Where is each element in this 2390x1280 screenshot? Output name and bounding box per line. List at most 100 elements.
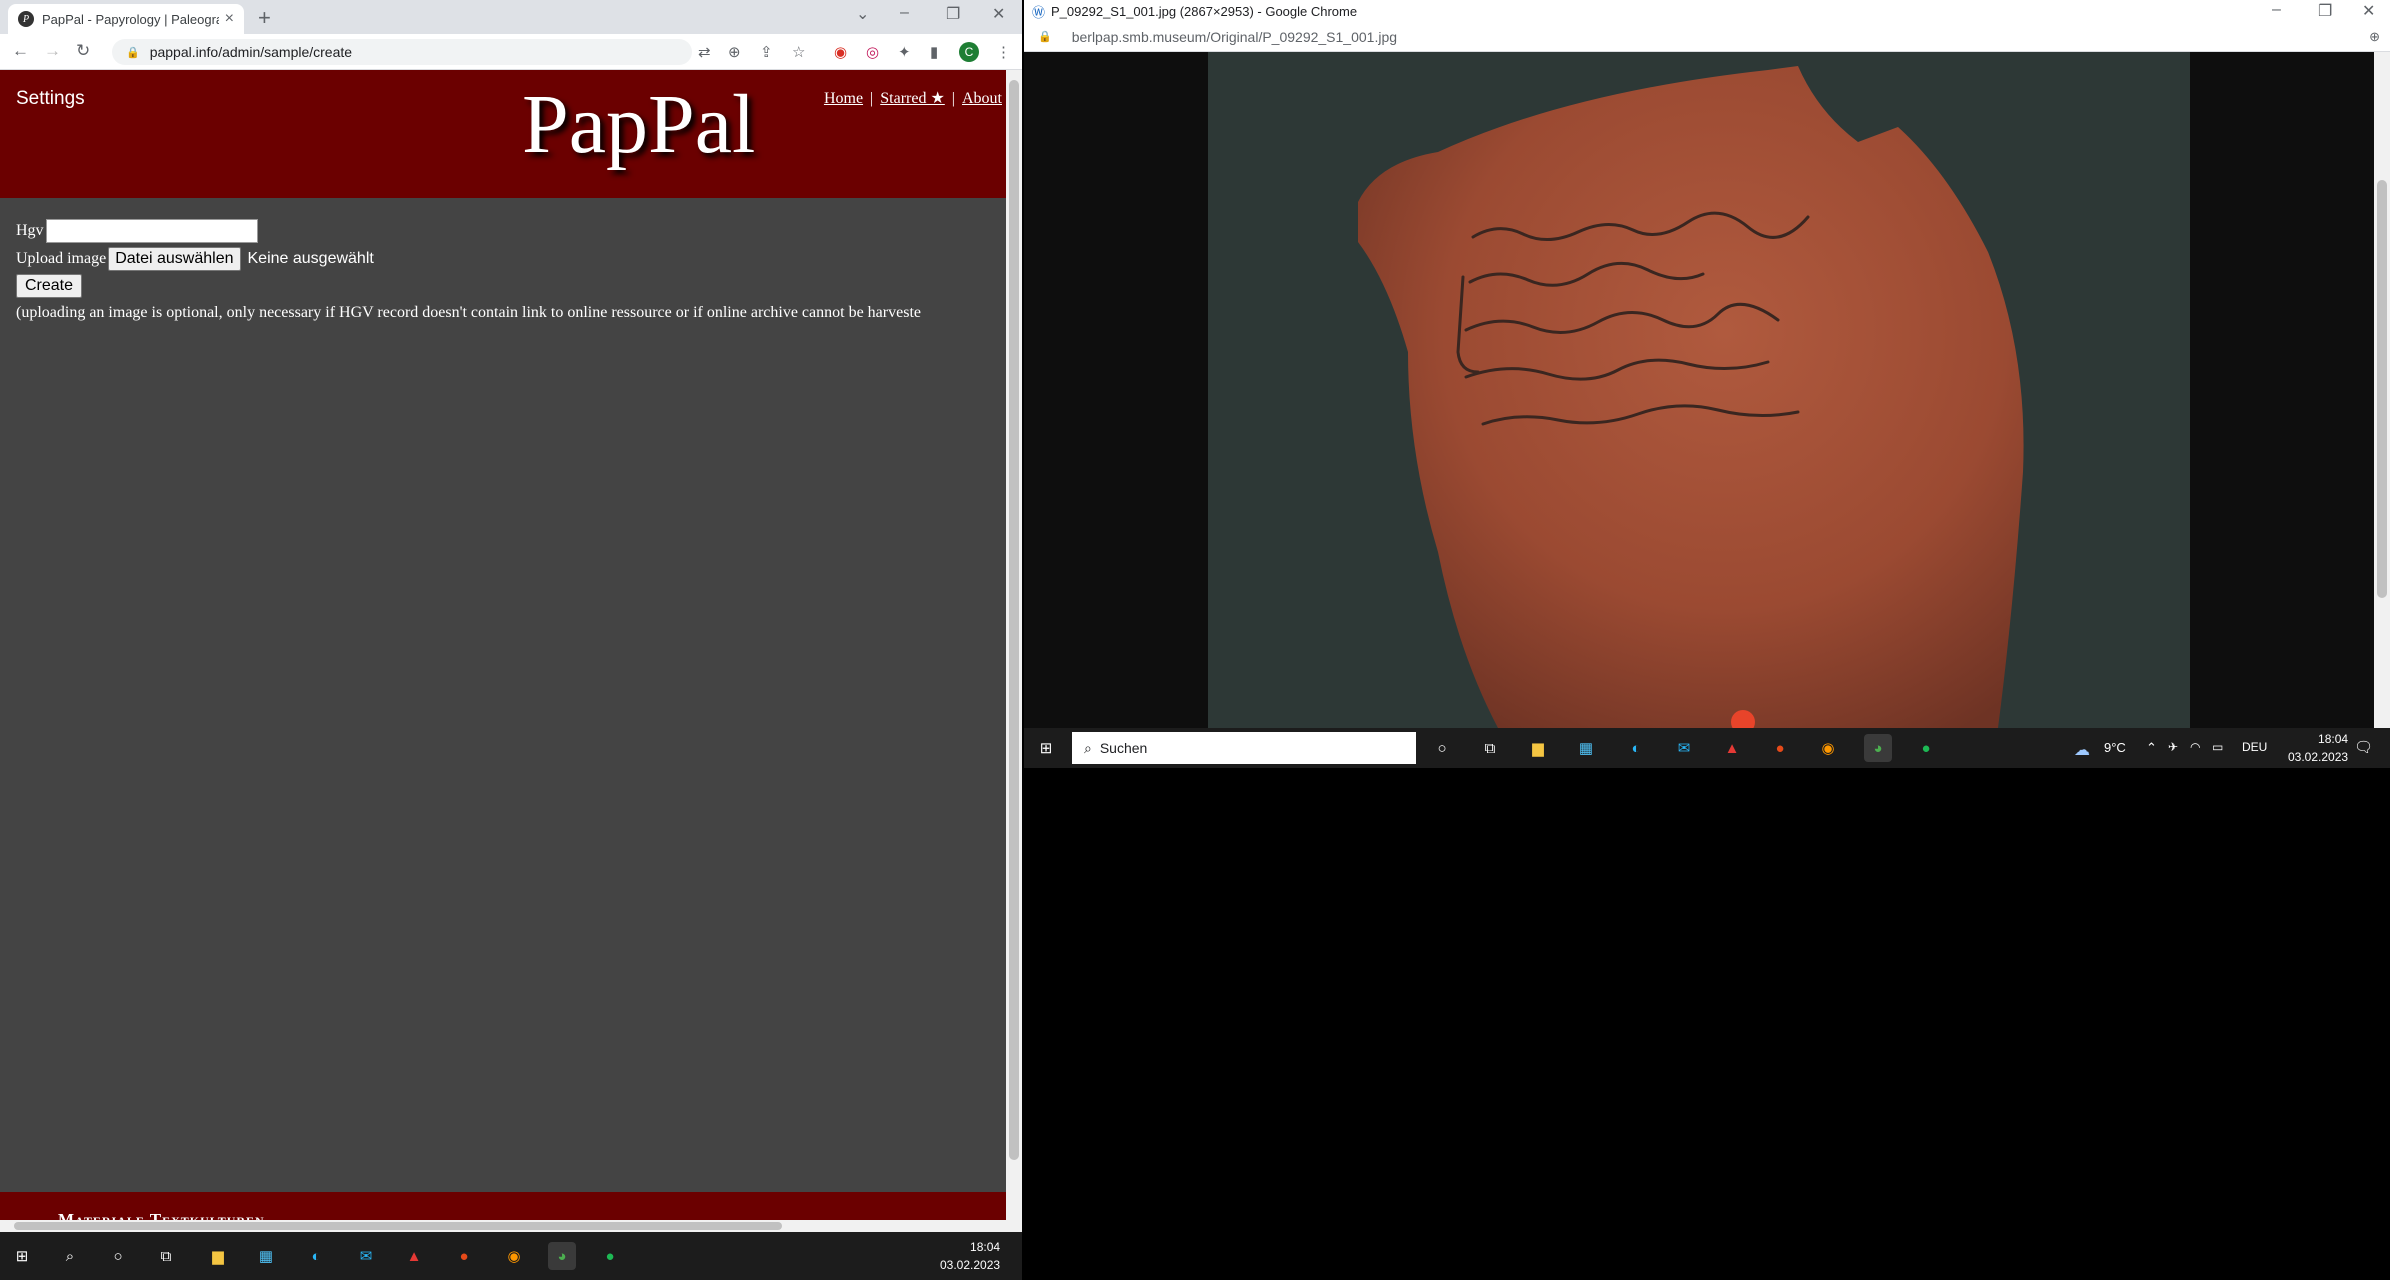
minimize-icon[interactable]: – (900, 4, 909, 22)
ostracon-image[interactable] (1208, 52, 2190, 728)
address-url: pappal.info/admin/sample/create (149, 44, 353, 60)
wifi-icon[interactable]: ◠ (2190, 740, 2200, 754)
mail-icon[interactable]: ✉ (1670, 734, 1698, 762)
site-header: Settings PapPal Home | Starred ★ | About (0, 70, 1006, 198)
favicon-icon: Ⓦ (1032, 4, 1046, 20)
bookmark-star-icon[interactable]: ☆ (792, 43, 805, 61)
new-tab-icon[interactable]: + (258, 5, 271, 31)
ostracon-photo (1208, 52, 2190, 728)
browser-tab[interactable]: P PapPal - Papyrology | Paleograph × (8, 4, 244, 34)
task-view-icon[interactable]: ⧉ (1476, 734, 1504, 762)
upload-image-label: Upload image (16, 250, 107, 267)
page-content: Settings PapPal Home | Starred ★ | About Hgv… (0, 70, 1006, 1232)
taskbar-right: ⊞ ⌕ Suchen ○ ⧉ ▆ ▦ ◐ ✉ ▲ ● ◉ ◕ ● ☁ 9°C ⌃… (1024, 728, 2390, 768)
close-window-icon[interactable]: ✕ (2362, 1, 2375, 21)
menu-kebab-icon[interactable]: ⋮ (996, 43, 1011, 61)
right-window-title: P_09292_S1_001.jpg (2867×2953) - Google … (1051, 3, 1358, 19)
close-tab-icon[interactable]: × (225, 10, 234, 28)
firefox-icon[interactable]: ◉ (500, 1242, 528, 1270)
tab-search-icon[interactable]: ⌄ (856, 4, 869, 24)
powerpoint-icon[interactable]: ● (1766, 734, 1794, 762)
settings-link[interactable]: Settings (16, 88, 85, 110)
vertical-scrollbar[interactable] (2374, 52, 2390, 728)
windows-start-icon[interactable]: ⊞ (1032, 734, 1060, 762)
acrobat-icon[interactable]: ▲ (400, 1242, 428, 1270)
right-browser-window: Ⓦ P_09292_S1_001.jpg (2867×2953) - Googl… (1024, 0, 2390, 768)
search-icon: ⌕ (1084, 739, 1092, 756)
store-icon[interactable]: ▦ (252, 1242, 280, 1270)
clock-date: 03.02.2023 (2288, 750, 2349, 764)
edge-icon[interactable]: ◐ (1622, 734, 1650, 762)
extensions-puzzle-icon[interactable]: ✦ (898, 43, 911, 61)
lock-icon: 🔒 (1038, 31, 1052, 43)
scrollbar-thumb[interactable] (14, 1222, 782, 1230)
reload-icon[interactable]: ↻ (76, 41, 90, 61)
weather-temp[interactable]: 9°C (2104, 740, 2126, 755)
side-panel-icon[interactable]: ▮ (930, 43, 938, 61)
minimize-icon[interactable]: – (2272, 1, 2281, 19)
mail-icon[interactable]: ✉ (352, 1242, 380, 1270)
hgv-input[interactable] (45, 219, 258, 243)
share-icon[interactable]: ⇪ (760, 43, 773, 61)
create-button[interactable]: Create (16, 274, 83, 298)
right-address-url: berlpap.smb.museum/Original/P_09292_S1_0… (1071, 28, 1398, 45)
right-title-bar: Ⓦ P_09292_S1_001.jpg (2867×2953) - Googl… (1024, 0, 2390, 22)
scrollbar-thumb[interactable] (2377, 180, 2387, 598)
file-status: Keine ausgewählt (247, 250, 374, 267)
left-browser-window: P PapPal - Papyrology | Paleograph × + ⌄… (0, 0, 1022, 1232)
cortana-icon[interactable]: ○ (104, 1242, 132, 1270)
taskbar-search-box[interactable]: ⌕ Suchen (1072, 732, 1416, 764)
restore-icon[interactable]: ❐ (2318, 1, 2332, 21)
chrome-icon[interactable]: ◕ (548, 1242, 576, 1270)
file-explorer-icon[interactable]: ▆ (204, 1242, 232, 1270)
right-address-bar[interactable]: 🔒 berlpap.smb.museum/Original/P_09292_S1… (1024, 22, 2390, 52)
back-icon[interactable]: ← (12, 41, 29, 61)
powerpoint-icon[interactable]: ● (450, 1242, 478, 1270)
windows-start-icon[interactable]: ⊞ (8, 1242, 36, 1270)
restore-icon[interactable]: ❐ (946, 4, 960, 24)
browser-toolbar: ← → ↻ 🔒 pappal.info/admin/sample/create … (0, 34, 1022, 70)
tray-chevron-icon[interactable]: ⌃ (2146, 740, 2157, 756)
taskbar-clock[interactable]: 18:04 03.02.2023 (940, 1238, 1000, 1274)
top-navigation: Home | Starred ★ | About (823, 90, 1002, 107)
store-icon[interactable]: ▦ (1572, 734, 1600, 762)
chrome-icon[interactable]: ◕ (1864, 734, 1892, 762)
translate-icon[interactable]: ⇄ (698, 43, 711, 61)
firefox-icon[interactable]: ◉ (1814, 734, 1842, 762)
search-icon[interactable]: ⌕ (56, 1242, 84, 1270)
address-bar[interactable]: 🔒 pappal.info/admin/sample/create (112, 39, 692, 65)
vertical-scrollbar[interactable] (1006, 70, 1022, 1232)
zoom-icon[interactable]: ⊕ (2369, 29, 2380, 45)
nav-home-link[interactable]: Home (824, 90, 863, 107)
clock-time: 18:04 (970, 1240, 1001, 1254)
network-icon[interactable]: ✈ (2168, 740, 2178, 754)
edge-icon[interactable]: ◐ (302, 1242, 330, 1270)
notifications-icon[interactable]: 🗨 (2354, 738, 2373, 756)
scrollbar-thumb[interactable] (1009, 80, 1019, 1160)
extension-icon[interactable]: ◎ (866, 43, 879, 61)
lock-icon: 🔒 (126, 46, 140, 59)
cortana-icon[interactable]: ○ (1428, 734, 1456, 762)
zoom-icon[interactable]: ⊕ (728, 43, 741, 61)
close-window-icon[interactable]: ✕ (992, 4, 1005, 24)
extension-icon[interactable]: ◉ (834, 43, 847, 61)
battery-icon[interactable]: ▭ (2212, 740, 2223, 754)
tab-bar: P PapPal - Papyrology | Paleograph × + ⌄… (0, 0, 1022, 34)
nav-about-link[interactable]: About (962, 90, 1002, 107)
nav-starred-link[interactable]: Starred ★ (880, 90, 945, 107)
language-indicator[interactable]: DEU (2242, 740, 2267, 754)
taskbar-clock[interactable]: 18:04 03.02.2023 (2288, 730, 2348, 766)
profile-avatar[interactable]: C (959, 42, 979, 62)
spotify-icon[interactable]: ● (1912, 734, 1940, 762)
file-explorer-icon[interactable]: ▆ (1524, 734, 1552, 762)
horizontal-scrollbar[interactable] (0, 1220, 1006, 1232)
choose-file-button[interactable]: Datei auswählen (108, 247, 241, 271)
site-logo[interactable]: PapPal (522, 76, 755, 173)
acrobat-icon[interactable]: ▲ (1718, 734, 1746, 762)
spotify-icon[interactable]: ● (596, 1242, 624, 1270)
task-view-icon[interactable]: ⧉ (152, 1242, 180, 1270)
forward-icon[interactable]: → (44, 41, 61, 61)
weather-cloud-icon[interactable]: ☁ (2074, 740, 2090, 760)
clock-date: 03.02.2023 (940, 1258, 1001, 1272)
hgv-label: Hgv (16, 222, 44, 239)
